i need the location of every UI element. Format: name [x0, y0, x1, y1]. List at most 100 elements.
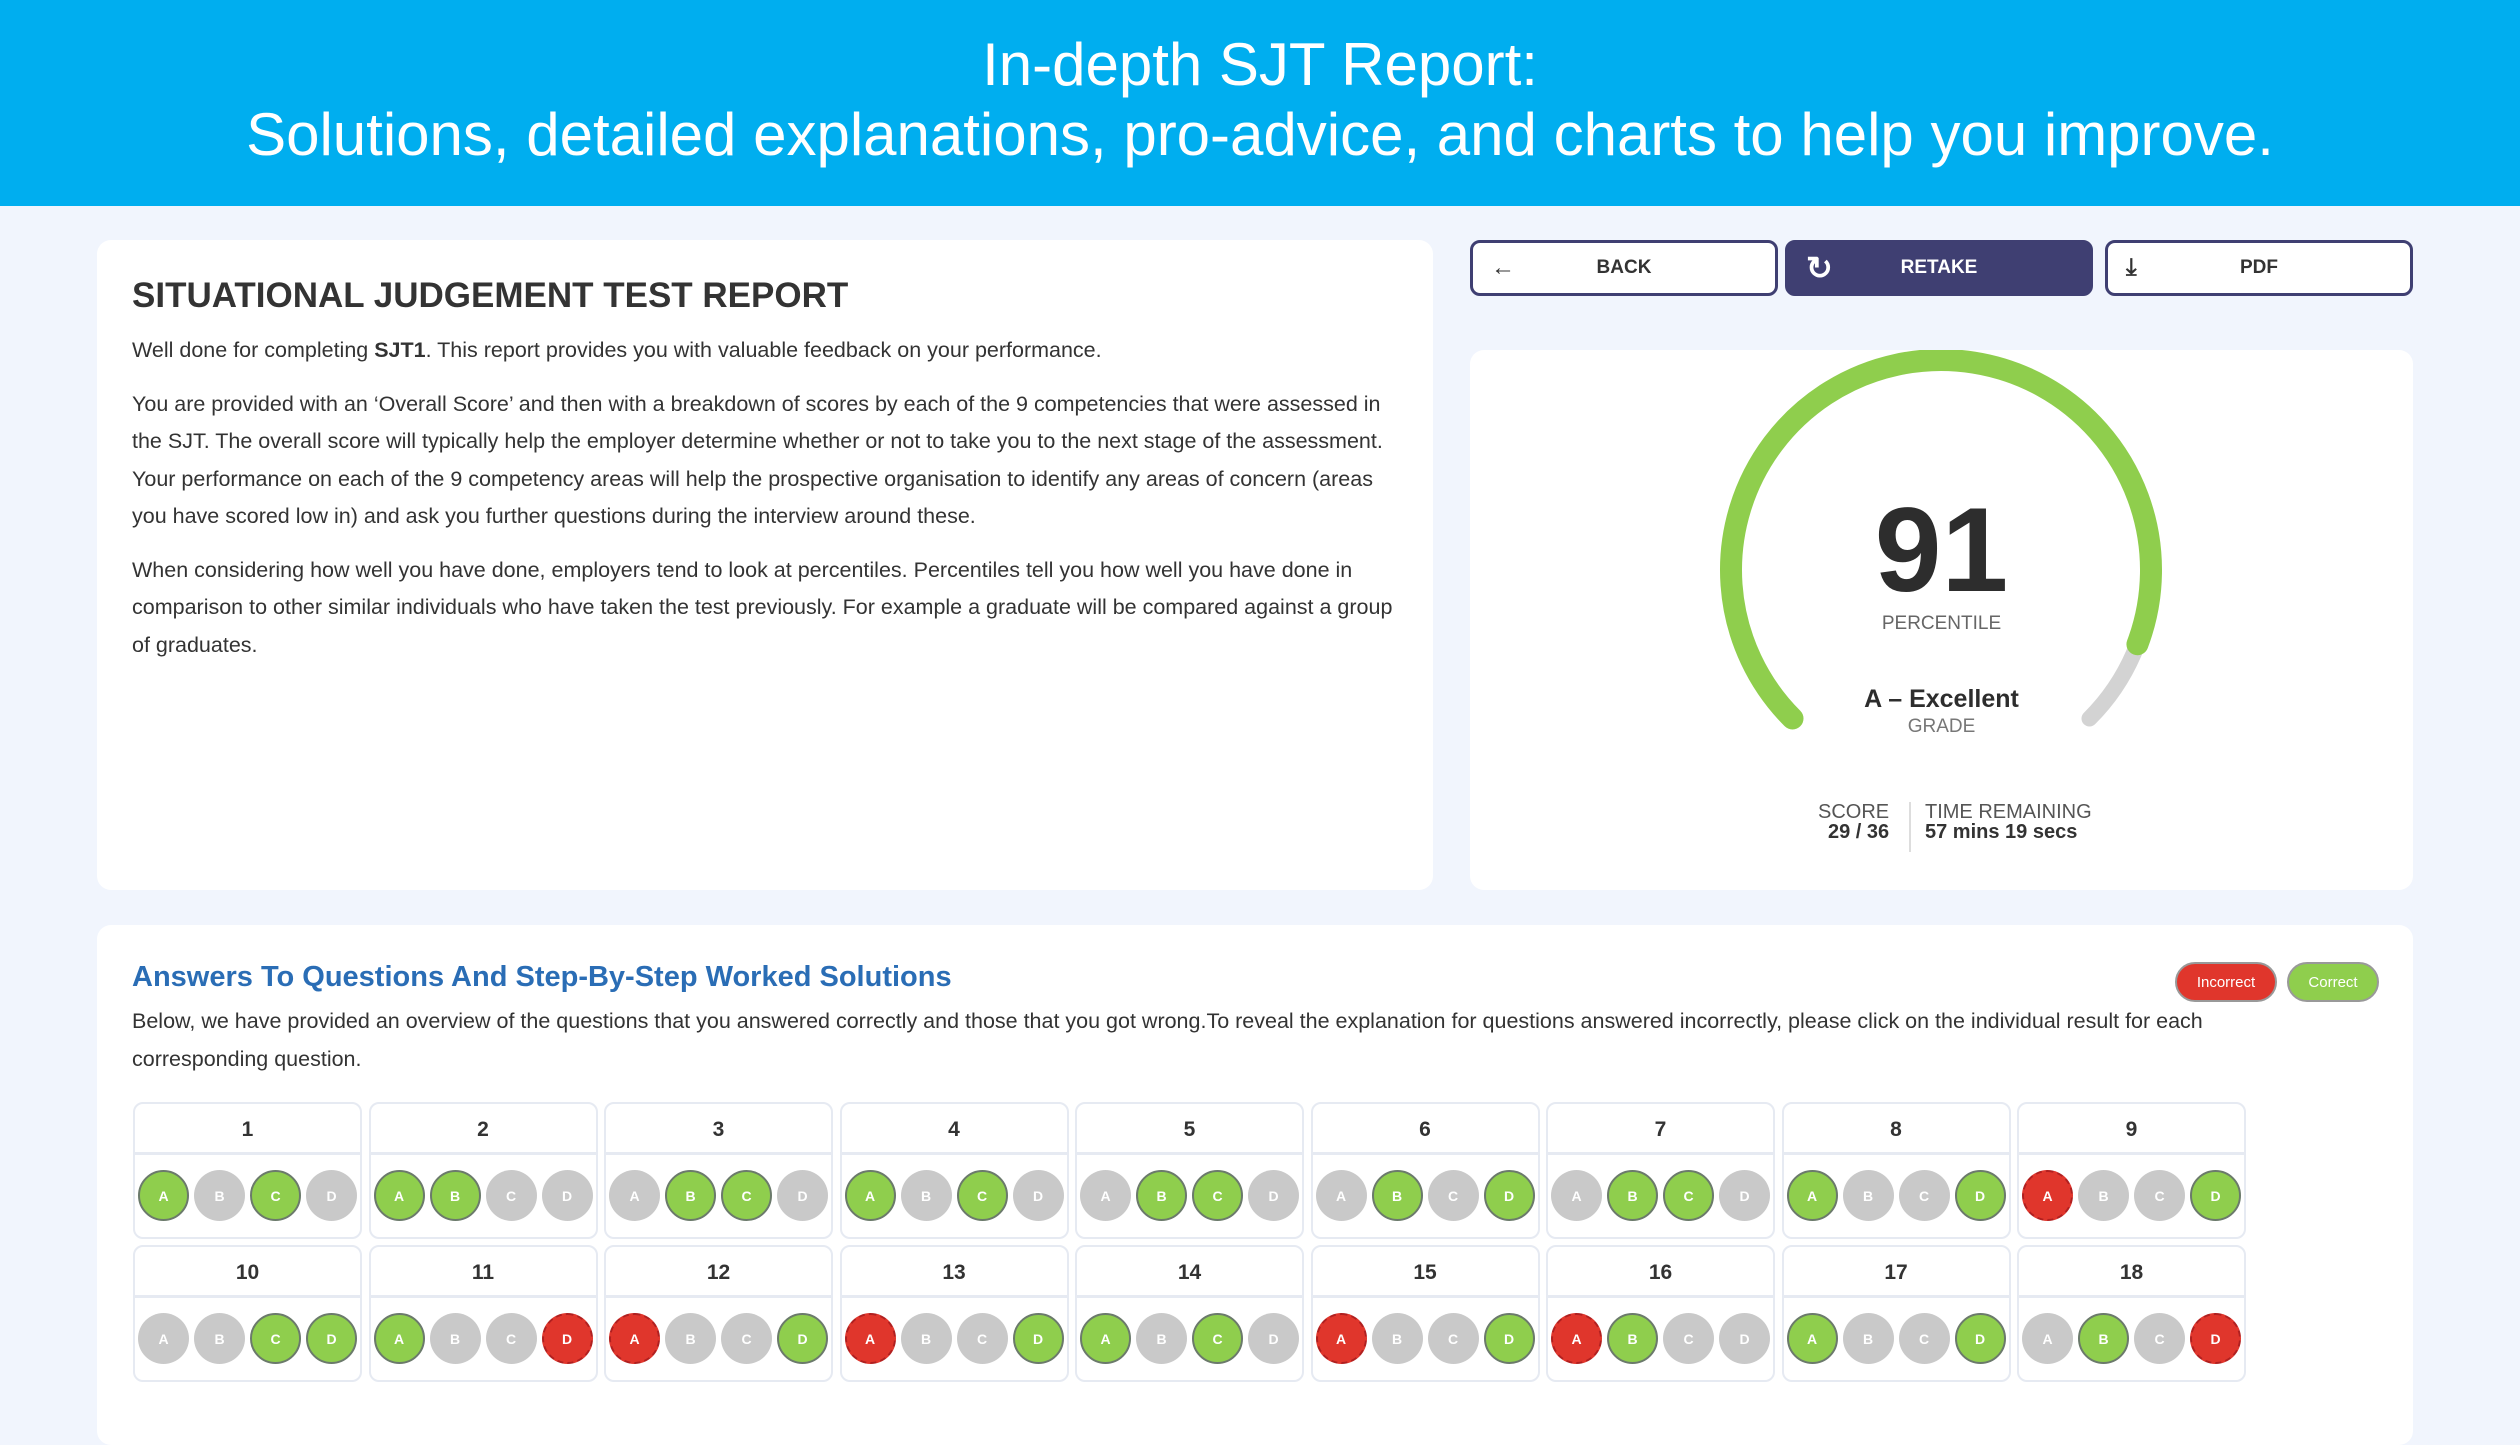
answer-option-none[interactable]: C: [2134, 1170, 2185, 1221]
answer-option-none[interactable]: C: [1427, 1313, 1479, 1364]
answer-option-correct[interactable]: B: [1607, 1313, 1658, 1364]
answer-option-incorrect[interactable]: D: [2190, 1313, 2241, 1364]
answer-option-correct[interactable]: C: [1192, 1313, 1243, 1364]
answer-option-correct[interactable]: A: [844, 1170, 896, 1221]
answer-option-none[interactable]: D: [1719, 1313, 1770, 1364]
answer-option-none[interactable]: C: [1898, 1170, 1950, 1221]
question-result-11[interactable]: 11 A B C D: [368, 1245, 598, 1382]
question-result-17[interactable]: 17 A B C D: [1781, 1245, 2011, 1382]
answer-option-correct[interactable]: B: [665, 1170, 716, 1221]
answer-option-correct[interactable]: B: [1371, 1170, 1423, 1221]
answer-option-none[interactable]: B: [429, 1313, 481, 1364]
question-result-4[interactable]: 4ABCD: [839, 1102, 1069, 1239]
question-result-3[interactable]: 3ABCD: [604, 1102, 833, 1239]
answer-option-none[interactable]: D: [777, 1170, 828, 1221]
answer-option-none[interactable]: A: [1080, 1170, 1131, 1221]
answer-option-none[interactable]: B: [1136, 1313, 1187, 1364]
answer-option-correct[interactable]: C: [721, 1170, 772, 1221]
answer-option-none[interactable]: B: [2078, 1170, 2129, 1221]
answer-option-correct[interactable]: D: [2190, 1170, 2241, 1221]
answer-option-none[interactable]: A: [1551, 1170, 1602, 1221]
answer-option-correct[interactable]: A: [373, 1170, 425, 1221]
answers-description: Below, we have provided an overview of t…: [132, 1009, 2203, 1071]
answer-option-correct[interactable]: B: [429, 1170, 481, 1221]
answer-option-correct[interactable]: D: [1012, 1313, 1064, 1364]
answer-option-correct[interactable]: C: [250, 1313, 301, 1364]
answer-option-none[interactable]: D: [1248, 1313, 1299, 1364]
answer-option-correct[interactable]: B: [2078, 1313, 2129, 1364]
answer-option-none[interactable]: C: [1898, 1313, 1950, 1364]
question-result-10[interactable]: 10 A B C D: [133, 1245, 362, 1382]
answer-option-none[interactable]: A: [609, 1170, 660, 1221]
answer-option-correct[interactable]: D: [1483, 1170, 1535, 1221]
answer-option-none[interactable]: A: [2022, 1313, 2073, 1364]
question-result-7[interactable]: 7ABCD: [1546, 1102, 1775, 1239]
answer-options: ABCD: [2019, 1155, 2244, 1221]
intro-pre: Well done for completing: [132, 338, 375, 362]
answer-option-none[interactable]: B: [900, 1170, 952, 1221]
answer-option-none[interactable]: B: [1371, 1313, 1423, 1364]
answer-option-none[interactable]: C: [721, 1313, 772, 1364]
question-result-15[interactable]: 15 A B C D: [1310, 1245, 1540, 1382]
answer-option-none[interactable]: C: [485, 1313, 537, 1364]
answer-option-correct[interactable]: C: [250, 1170, 301, 1221]
answer-option-none[interactable]: B: [194, 1313, 245, 1364]
answer-option-none[interactable]: B: [1842, 1170, 1894, 1221]
answer-option-incorrect[interactable]: A: [1551, 1313, 1602, 1364]
answer-option-none[interactable]: D: [541, 1170, 593, 1221]
question-result-13[interactable]: 13 A B C D: [839, 1245, 1069, 1382]
answer-option-none[interactable]: C: [485, 1170, 537, 1221]
question-result-1[interactable]: 1ABCD: [133, 1102, 362, 1239]
answer-option-correct[interactable]: A: [373, 1313, 425, 1364]
question-result-16[interactable]: 16 A B C D: [1546, 1245, 1775, 1382]
answer-option-incorrect[interactable]: A: [2022, 1170, 2073, 1221]
answer-option-none[interactable]: C: [956, 1313, 1008, 1364]
answer-option-none[interactable]: B: [665, 1313, 716, 1364]
answer-option-correct[interactable]: A: [1786, 1313, 1838, 1364]
back-button[interactable]: ← BACK: [1470, 240, 1778, 296]
answer-option-none[interactable]: A: [138, 1313, 189, 1364]
answer-option-correct[interactable]: C: [956, 1170, 1008, 1221]
answer-option-incorrect[interactable]: A: [1315, 1313, 1367, 1364]
answer-option-none[interactable]: B: [900, 1313, 952, 1364]
banner-line-2: Solutions, detailed explanations, pro-ad…: [246, 101, 2274, 168]
answer-option-none[interactable]: B: [1842, 1313, 1894, 1364]
retake-button[interactable]: ↻ RETAKE: [1785, 240, 2093, 296]
answer-option-correct[interactable]: B: [1136, 1170, 1187, 1221]
answer-option-none[interactable]: A: [1315, 1170, 1367, 1221]
question-result-9[interactable]: 9ABCD: [2017, 1102, 2246, 1239]
answer-option-incorrect[interactable]: A: [844, 1313, 896, 1364]
answer-option-correct[interactable]: A: [1786, 1170, 1838, 1221]
answer-option-correct[interactable]: C: [1192, 1170, 1243, 1221]
question-result-12[interactable]: 12 A B C D: [604, 1245, 833, 1382]
answer-option-correct[interactable]: D: [1483, 1313, 1535, 1364]
answer-option-correct[interactable]: D: [306, 1313, 357, 1364]
question-result-2[interactable]: 2ABCD: [368, 1102, 598, 1239]
score-label: SCORE: [1818, 801, 1890, 823]
answer-option-correct[interactable]: A: [138, 1170, 189, 1221]
answer-option-none[interactable]: D: [306, 1170, 357, 1221]
answer-option-none[interactable]: C: [2134, 1313, 2185, 1364]
answer-option-none[interactable]: C: [1663, 1313, 1714, 1364]
question-number: 11: [370, 1247, 596, 1298]
question-result-8[interactable]: 8ABCD: [1781, 1102, 2011, 1239]
answer-option-none[interactable]: D: [1719, 1170, 1770, 1221]
answer-option-none[interactable]: D: [1248, 1170, 1299, 1221]
question-number: 5: [1077, 1104, 1302, 1155]
answer-option-correct[interactable]: B: [1607, 1170, 1658, 1221]
answer-option-correct[interactable]: D: [1954, 1313, 2006, 1364]
question-result-5[interactable]: 5 ABCD: [1075, 1102, 1304, 1239]
question-result-6[interactable]: 6ABCD: [1310, 1102, 1540, 1239]
answer-option-none[interactable]: B: [194, 1170, 245, 1221]
pdf-button[interactable]: ⤓ PDF: [2105, 240, 2413, 296]
question-result-14[interactable]: 14 A B C D: [1075, 1245, 1304, 1382]
answer-option-correct[interactable]: C: [1663, 1170, 1714, 1221]
answer-option-correct[interactable]: D: [1954, 1170, 2006, 1221]
answer-option-incorrect[interactable]: A: [609, 1313, 660, 1364]
answer-option-none[interactable]: C: [1427, 1170, 1479, 1221]
answer-option-correct[interactable]: A: [1080, 1313, 1131, 1364]
answer-option-none[interactable]: D: [1012, 1170, 1064, 1221]
answer-option-correct[interactable]: D: [777, 1313, 828, 1364]
answer-option-incorrect[interactable]: D: [541, 1313, 593, 1364]
question-result-18[interactable]: 18 A B C D: [2017, 1245, 2246, 1382]
